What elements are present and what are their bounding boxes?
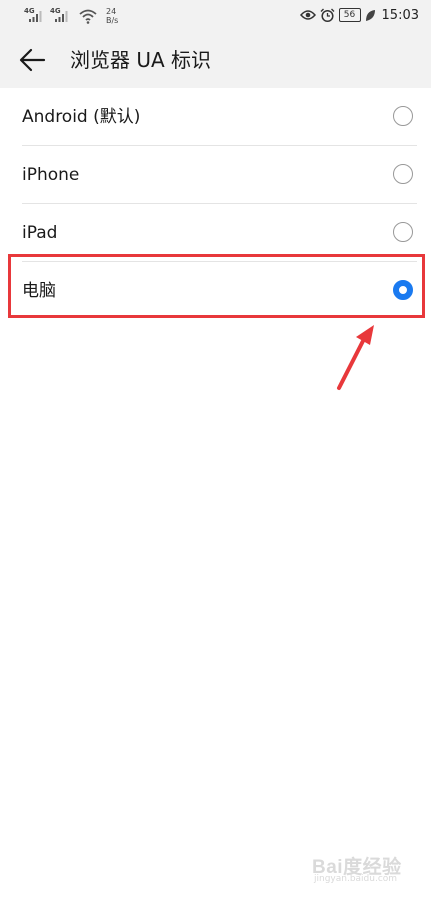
option-label: Android (默认) <box>22 107 141 127</box>
network-speed: 24 B/s <box>106 7 118 25</box>
back-arrow-icon[interactable] <box>16 44 48 76</box>
status-time: 15:03 <box>381 7 419 23</box>
status-bar: 4G 4G 24 B/s 56 15:03 <box>0 0 431 30</box>
signal-icon-2: 4G <box>50 7 72 25</box>
status-left: 4G 4G 24 B/s <box>24 4 118 28</box>
baidu-watermark: Bai度经验 jingyan.baidu.com <box>312 852 412 888</box>
annotation-highlight-box <box>8 254 425 318</box>
watermark-subtext: jingyan.baidu.com <box>314 874 398 884</box>
status-right: 56 15:03 <box>299 5 419 25</box>
option-android[interactable]: Android (默认) <box>0 88 431 146</box>
eye-icon <box>299 10 316 20</box>
app-bar: 浏览器 UA 标识 <box>0 30 431 88</box>
wifi-icon <box>79 9 97 24</box>
speed-value: 24 <box>106 7 117 16</box>
leaf-icon <box>365 9 375 21</box>
annotation-arrow-icon <box>337 325 374 390</box>
radio-button[interactable] <box>393 222 413 242</box>
option-label: iPhone <box>22 165 80 185</box>
option-label: iPad <box>22 223 58 243</box>
option-iphone[interactable]: iPhone <box>0 146 431 204</box>
speed-unit: B/s <box>106 16 119 25</box>
radio-button[interactable] <box>393 164 413 184</box>
signal-icon-1: 4G <box>24 7 46 25</box>
page-title: 浏览器 UA 标识 <box>70 48 212 72</box>
alarm-icon <box>320 8 335 22</box>
radio-button[interactable] <box>393 106 413 126</box>
battery-icon: 56 <box>338 8 361 22</box>
